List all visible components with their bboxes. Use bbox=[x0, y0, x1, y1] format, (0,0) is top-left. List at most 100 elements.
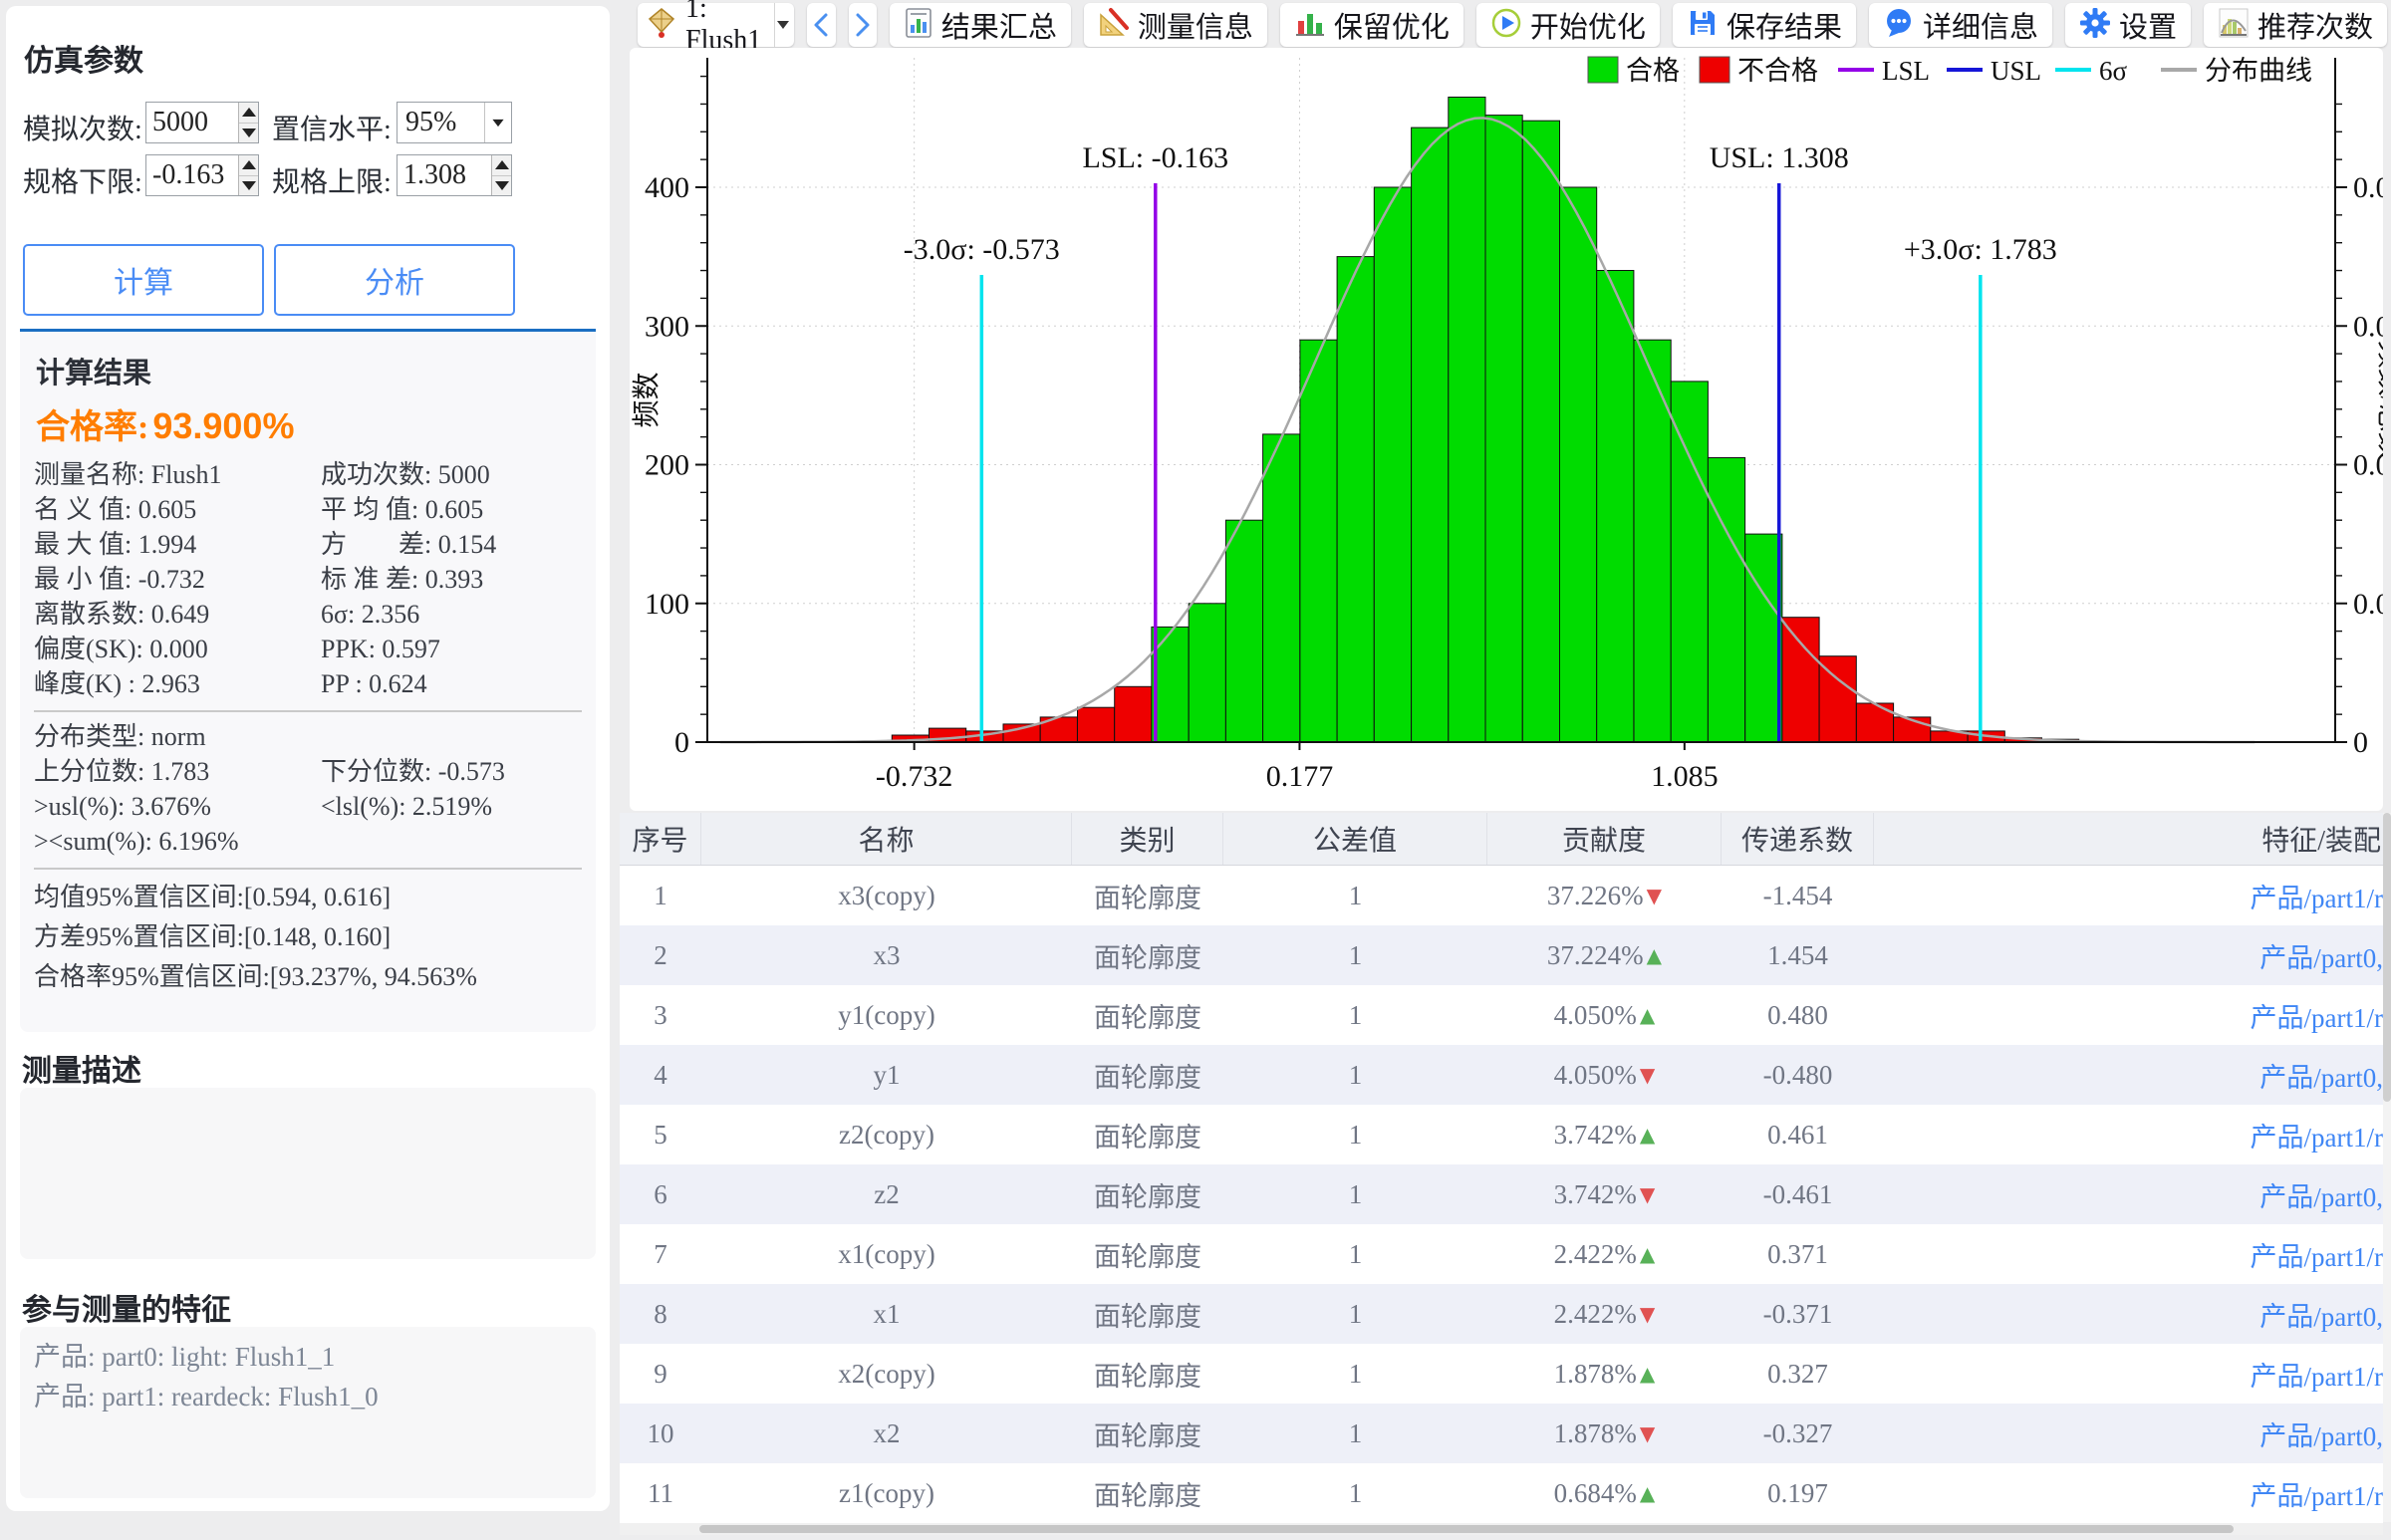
feature-assembly-link[interactable]: 产品/part0, bbox=[1874, 1404, 2383, 1463]
spin-up-icon[interactable] bbox=[239, 155, 258, 175]
chevron-down-icon[interactable] bbox=[484, 103, 511, 142]
测量信息-button[interactable]: 测量信息 bbox=[1084, 3, 1267, 47]
panel-title: 仿真参数 bbox=[24, 36, 143, 80]
svg-text:0: 0 bbox=[2353, 726, 2368, 759]
divider bbox=[34, 710, 582, 712]
measurement-selector[interactable]: 1: Flush1 bbox=[638, 3, 794, 47]
usl-spin-buttons[interactable] bbox=[491, 155, 511, 195]
column-header-4[interactable]: 公差值 bbox=[1223, 813, 1487, 865]
lsl-input[interactable] bbox=[146, 155, 238, 195]
feature-assembly-link[interactable]: 产品/part1/r bbox=[1874, 1463, 2383, 1523]
table-row[interactable]: 1x3(copy)面轮廓度137.226%▼-1.454产品/part1/r bbox=[620, 866, 2383, 925]
transfer-coefficient: 0.197 bbox=[1722, 1463, 1874, 1523]
feature-assembly-link[interactable]: 产品/part0, bbox=[1874, 1045, 2383, 1105]
transfer-coefficient: -0.480 bbox=[1722, 1045, 1874, 1105]
contribution-value: 0.684%▲ bbox=[1487, 1463, 1722, 1523]
histogram-chart[interactable]: LSL: -0.163USL: 1.308-3.0σ: -0.573+3.0σ:… bbox=[630, 48, 2383, 811]
lsl-stepper[interactable] bbox=[145, 154, 259, 196]
scrollbar-thumb[interactable] bbox=[2383, 813, 2391, 1102]
row-index: 9 bbox=[620, 1344, 701, 1404]
stat-item: 峰度(K) : 2.963 bbox=[34, 667, 321, 700]
chevron-down-icon[interactable] bbox=[774, 3, 790, 47]
spin-down-icon[interactable] bbox=[492, 175, 511, 196]
contribution-value: 3.742%▼ bbox=[1487, 1164, 1722, 1224]
svg-text:6σ: 6σ bbox=[2099, 56, 2128, 86]
table-row[interactable]: 11z1(copy)面轮廓度10.684%▲0.197产品/part1/r bbox=[620, 1463, 2383, 1523]
calculate-button[interactable]: 计算 bbox=[23, 244, 264, 316]
table-row[interactable]: 5z2(copy)面轮廓度13.742%▲0.461产品/part1/r bbox=[620, 1105, 2383, 1164]
feature-assembly-link[interactable]: 产品/part1/r bbox=[1874, 1105, 2383, 1164]
spin-down-icon[interactable] bbox=[239, 123, 258, 143]
tolerance-name: z1(copy) bbox=[701, 1463, 1072, 1523]
confidence-select[interactable]: 95% bbox=[397, 102, 512, 143]
usl-label: 规格上限: bbox=[272, 160, 392, 200]
features-box[interactable]: 产品: part0: light: Flush1_1 产品: part1: re… bbox=[20, 1327, 596, 1498]
row-index: 3 bbox=[620, 985, 701, 1045]
feature-assembly-link[interactable]: 产品/part0, bbox=[1874, 1164, 2383, 1224]
app-window: 仿真参数 模拟次数: 置信水平: 95% 规格下限: 规格上限: bbox=[0, 0, 2391, 1540]
feature-assembly-link[interactable]: 产品/part1/r bbox=[1874, 1224, 2383, 1284]
divider bbox=[34, 868, 582, 870]
column-header-5[interactable]: 贡献度 bbox=[1487, 813, 1722, 865]
tolerance-category: 面轮廓度 bbox=[1072, 985, 1223, 1045]
column-header-6[interactable]: 传递系数 bbox=[1722, 813, 1874, 865]
column-header-3[interactable]: 类别 bbox=[1072, 813, 1223, 865]
table-vertical-scrollbar[interactable] bbox=[2383, 813, 2391, 1522]
contribution-value: 1.878%▼ bbox=[1487, 1404, 1722, 1463]
table-row[interactable]: 2x3面轮廓度137.224%▲1.454产品/part0, bbox=[620, 925, 2383, 985]
svg-text:0.02: 0.02 bbox=[2353, 588, 2383, 621]
结果汇总-button[interactable]: 结果汇总 bbox=[890, 3, 1071, 47]
feature-assembly-link[interactable]: 产品/part1/r bbox=[1874, 1344, 2383, 1404]
stat-item: 方 差: 0.154 bbox=[321, 528, 582, 561]
保存结果-button[interactable]: 保存结果 bbox=[1673, 3, 1856, 47]
feature-assembly-link[interactable]: 产品/part0, bbox=[1874, 1284, 2383, 1344]
table-row[interactable]: 3y1(copy)面轮廓度14.050%▲0.480产品/part1/r bbox=[620, 985, 2383, 1045]
feature-assembly-link[interactable]: 产品/part1/r bbox=[1874, 985, 2383, 1045]
stat-item bbox=[321, 720, 582, 753]
next-measurement-button[interactable] bbox=[849, 3, 877, 47]
usl-input[interactable] bbox=[398, 155, 491, 195]
table-row[interactable]: 8x1面轮廓度12.422%▼-0.371产品/part0, bbox=[620, 1284, 2383, 1344]
推荐次数-button[interactable]: 推荐次数 bbox=[2204, 3, 2387, 47]
stat-item: 名 义 值: 0.605 bbox=[34, 493, 321, 526]
transfer-coefficient: 1.454 bbox=[1722, 925, 1874, 985]
table-row[interactable]: 6z2面轮廓度13.742%▼-0.461产品/part0, bbox=[620, 1164, 2383, 1224]
analyze-button[interactable]: 分析 bbox=[274, 244, 515, 316]
column-header-7[interactable]: 特征/装配 bbox=[1874, 813, 2383, 865]
column-header-1[interactable]: 序号 bbox=[620, 813, 701, 865]
tolerance-name: x2(copy) bbox=[701, 1344, 1072, 1404]
spin-up-icon[interactable] bbox=[492, 155, 511, 175]
transfer-coefficient: -1.454 bbox=[1722, 866, 1874, 925]
feature-assembly-link[interactable]: 产品/part0, bbox=[1874, 925, 2383, 985]
toolbar: 1: Flush1 结果汇总测量信息保留优化开始优化保存结果详细信息设置推荐次数 bbox=[638, 3, 2387, 47]
sim-count-spin-buttons[interactable] bbox=[238, 103, 258, 142]
svg-text:USL: 1.308: USL: 1.308 bbox=[1710, 141, 1849, 174]
table-row[interactable]: 4y1面轮廓度14.050%▼-0.480产品/part0, bbox=[620, 1045, 2383, 1105]
table-row[interactable]: 7x1(copy)面轮廓度12.422%▲0.371产品/part1/r bbox=[620, 1224, 2383, 1284]
measure-desc-box[interactable] bbox=[20, 1088, 596, 1259]
prev-measurement-button[interactable] bbox=[807, 3, 835, 47]
详细信息-button[interactable]: 详细信息 bbox=[1869, 3, 2052, 47]
row-index: 11 bbox=[620, 1463, 701, 1523]
column-header-2[interactable]: 名称 bbox=[701, 813, 1072, 865]
table-row[interactable]: 10x2面轮廓度11.878%▼-0.327产品/part0, bbox=[620, 1404, 2383, 1463]
table-horizontal-scrollbar[interactable] bbox=[620, 1523, 2383, 1535]
scrollbar-thumb[interactable] bbox=[699, 1525, 2234, 1533]
设置-button[interactable]: 设置 bbox=[2065, 3, 2191, 47]
arrow-up-icon: ▲ bbox=[1640, 1123, 1655, 1147]
sim-count-input[interactable] bbox=[146, 103, 238, 142]
lsl-spin-buttons[interactable] bbox=[238, 155, 258, 195]
table-row[interactable]: 9x2(copy)面轮廓度11.878%▲0.327产品/part1/r bbox=[620, 1344, 2383, 1404]
transfer-coefficient: -0.371 bbox=[1722, 1284, 1874, 1344]
开始优化-button[interactable]: 开始优化 bbox=[1476, 3, 1660, 47]
usl-stepper[interactable] bbox=[397, 154, 512, 196]
arrow-up-icon: ▲ bbox=[1640, 1481, 1655, 1505]
row-index: 4 bbox=[620, 1045, 701, 1105]
保留优化-button[interactable]: 保留优化 bbox=[1280, 3, 1463, 47]
sim-count-stepper[interactable] bbox=[145, 102, 259, 143]
spin-up-icon[interactable] bbox=[239, 103, 258, 123]
feature-assembly-link[interactable]: 产品/part1/r bbox=[1874, 866, 2383, 925]
lsl-label: 规格下限: bbox=[23, 160, 142, 200]
tolerance-value: 1 bbox=[1223, 985, 1487, 1045]
spin-down-icon[interactable] bbox=[239, 175, 258, 196]
